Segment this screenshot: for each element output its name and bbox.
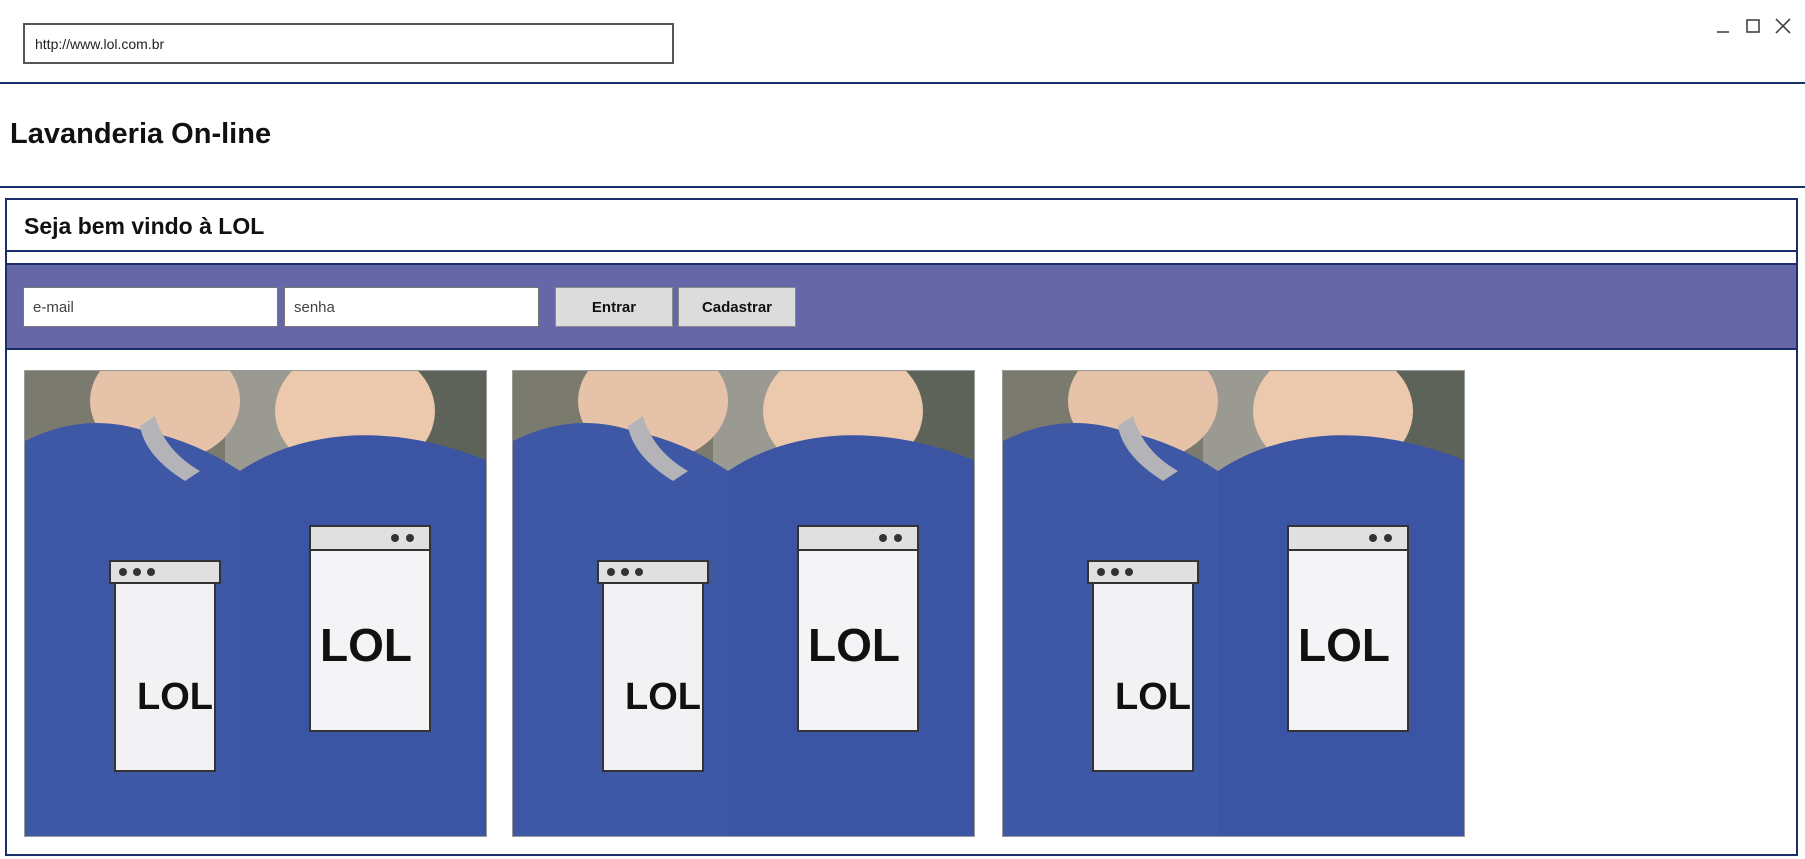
login-bar: Entrar Cadastrar [7, 263, 1796, 350]
browser-bar [0, 0, 1805, 84]
welcome-heading: Seja bem vindo à LOL [24, 213, 265, 239]
site-title: Lavanderia On-line [10, 118, 272, 150]
main-content: Seja bem vindo à LOL Entrar Cadastrar LO… [5, 198, 1798, 856]
washer-right-icon: LOL [797, 525, 919, 732]
shirt-label-left: LOL [137, 676, 213, 718]
washer-right-icon: LOL [309, 525, 431, 732]
login-button[interactable]: Entrar [555, 287, 673, 327]
washer-left-icon: LOL [1087, 560, 1199, 772]
shirt-label-right: LOL [808, 619, 900, 671]
url-field[interactable] [23, 23, 674, 64]
laundry-photo: LOL LOL [24, 370, 487, 837]
shirt-label-right: LOL [320, 619, 412, 671]
laundry-photo: LOL LOL [1002, 370, 1465, 837]
email-field[interactable] [23, 287, 278, 327]
close-icon[interactable] [1771, 14, 1795, 38]
shirt-label-left: LOL [1115, 676, 1191, 718]
window-controls [1711, 14, 1795, 38]
minimize-icon[interactable] [1711, 14, 1735, 38]
shirt-label-right: LOL [1298, 619, 1390, 671]
washer-left-icon: LOL [109, 560, 221, 772]
maximize-icon[interactable] [1741, 14, 1765, 38]
shirt-label-left: LOL [625, 676, 701, 718]
password-field[interactable] [284, 287, 539, 327]
washer-left-icon: LOL [597, 560, 709, 772]
laundry-photo: LOL LOL [512, 370, 975, 837]
washer-right-icon: LOL [1287, 525, 1409, 732]
register-button[interactable]: Cadastrar [678, 287, 796, 327]
site-header: Lavanderia On-line [0, 84, 1805, 188]
welcome-row: Seja bem vindo à LOL [7, 200, 1796, 252]
